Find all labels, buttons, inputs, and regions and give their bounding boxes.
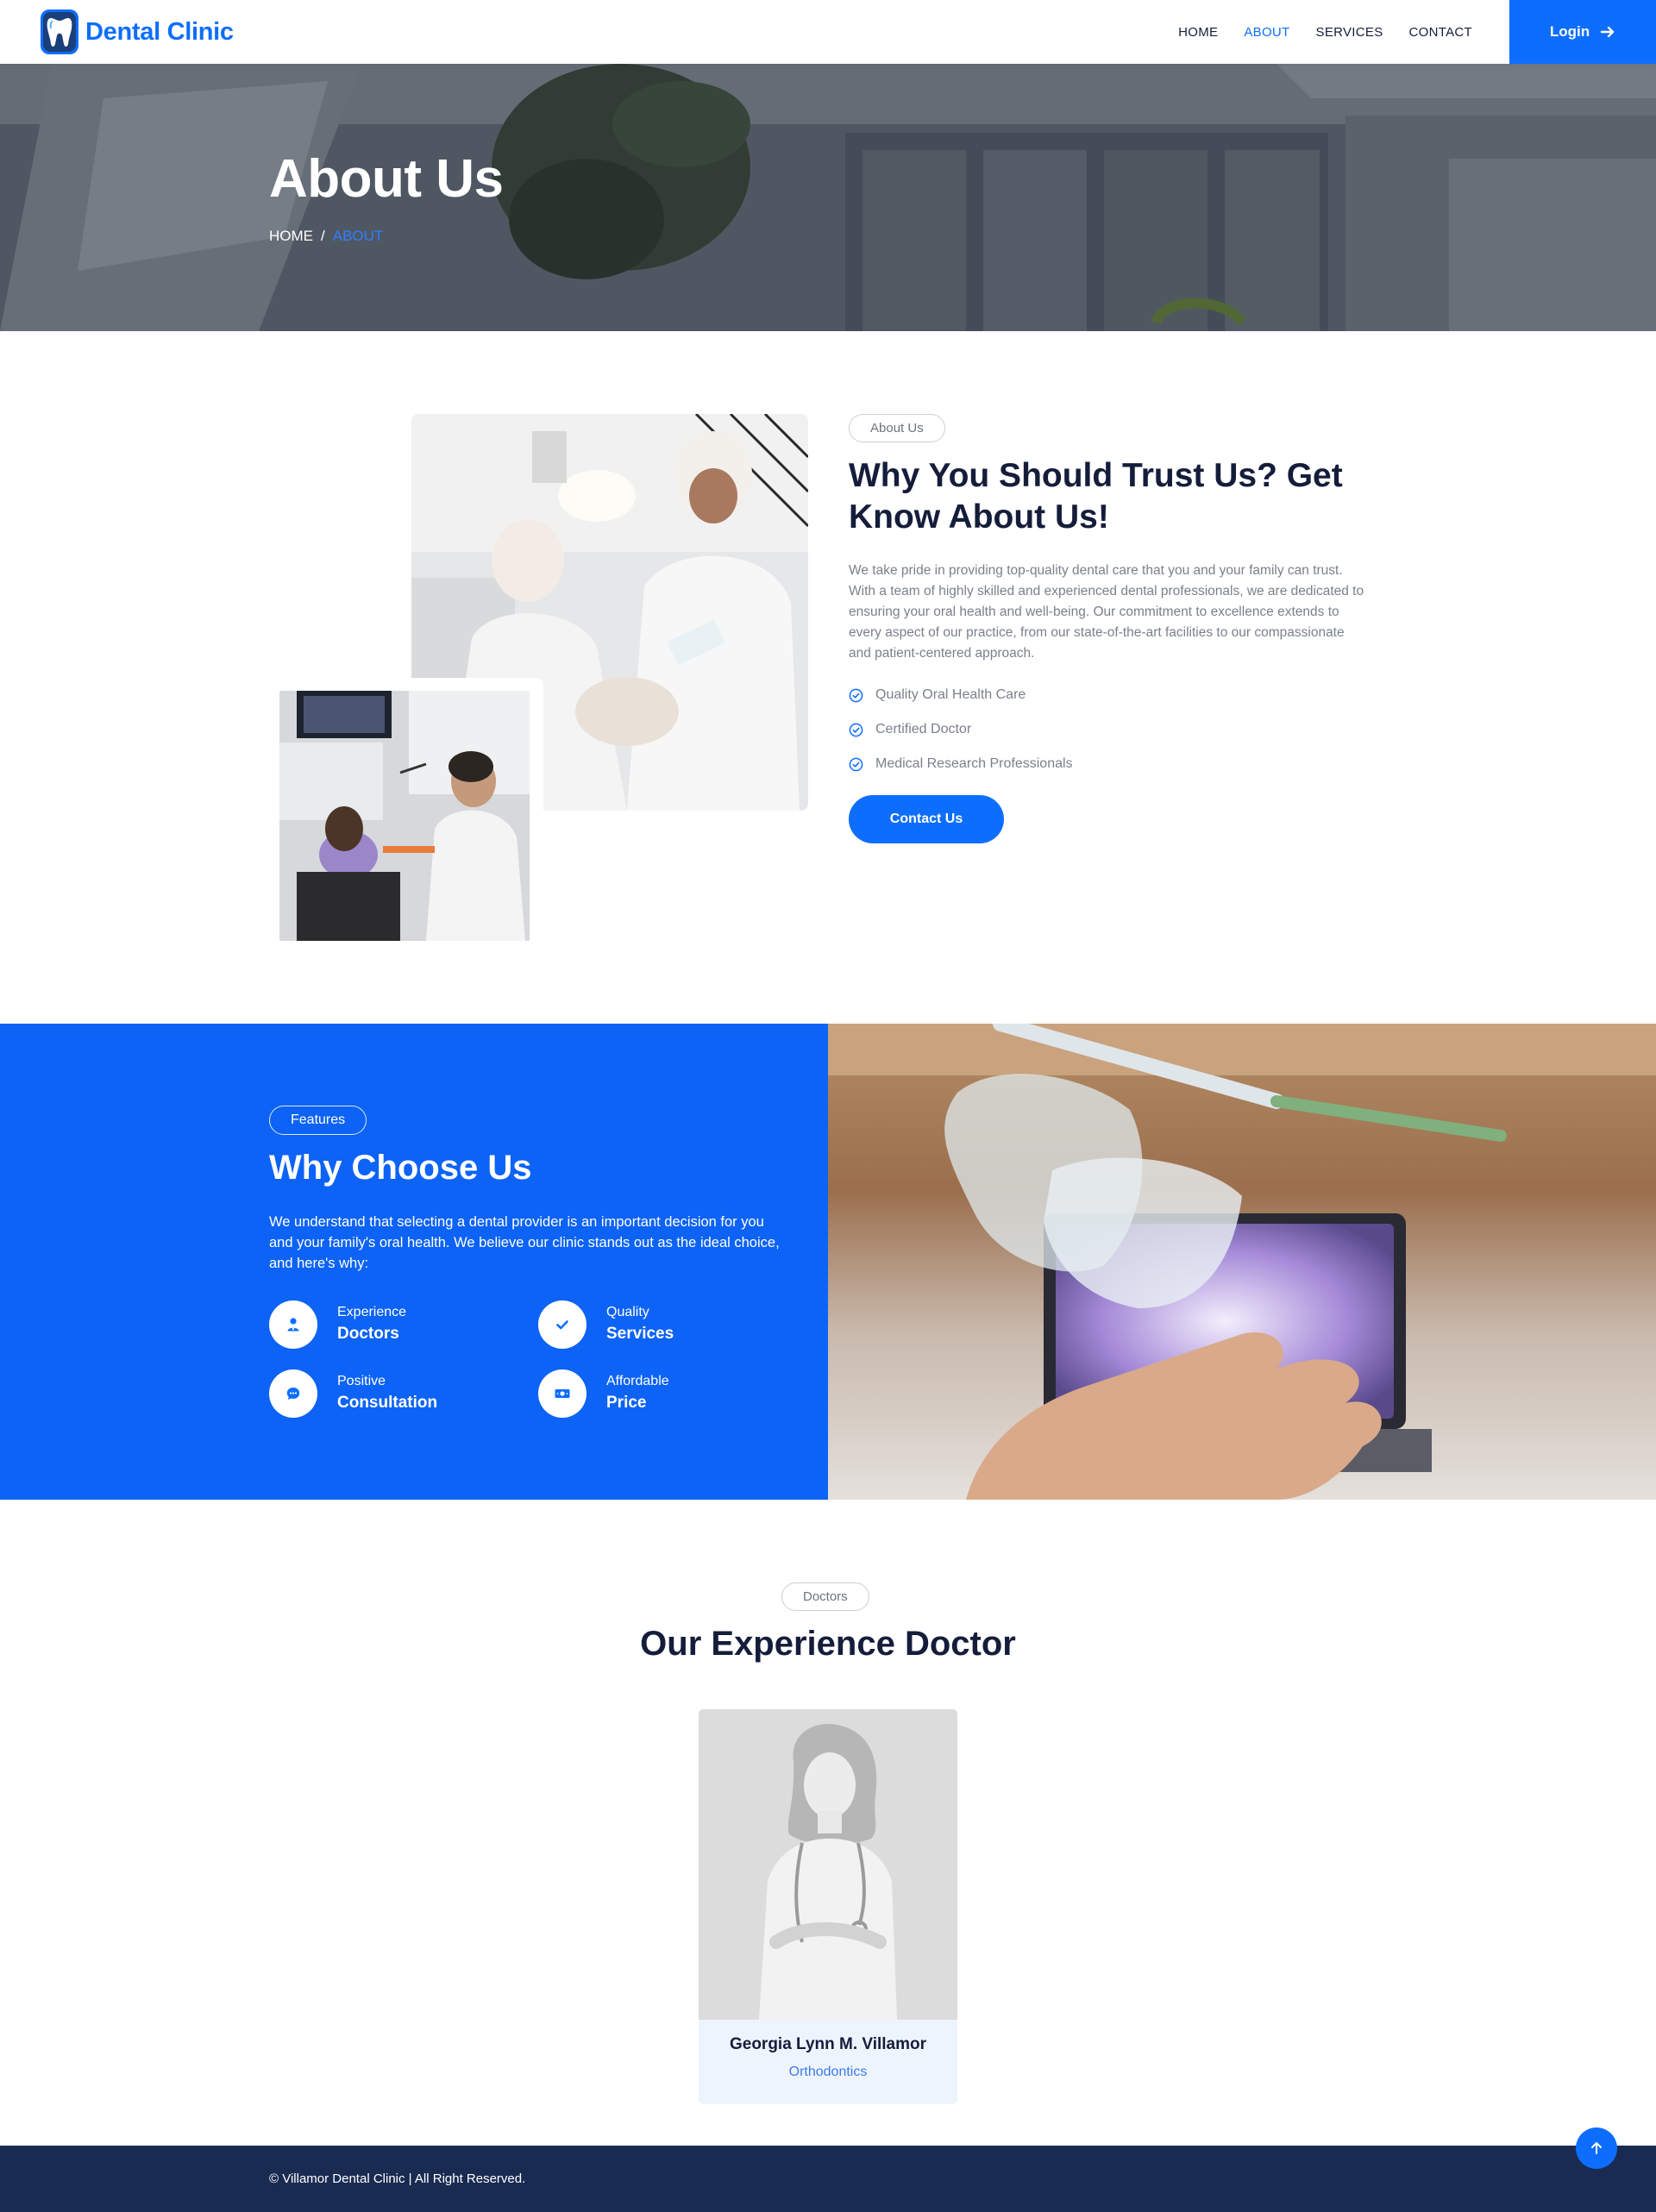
feature-label-small: Positive	[337, 1374, 386, 1388]
checklist-item: Quality Oral Health Care	[849, 678, 1073, 712]
feature-icon-wrap	[538, 1300, 586, 1349]
feature-label-small: Experience	[337, 1305, 407, 1319]
contact-us-button[interactable]: Contact Us	[849, 795, 1004, 843]
doctor-icon	[287, 1318, 299, 1332]
features-badge: Features	[269, 1106, 367, 1135]
checklist-label: Quality Oral Health Care	[875, 687, 1026, 702]
main-nav: HOME ABOUT SERVICES CONTACT	[1165, 0, 1485, 64]
back-to-top-button[interactable]	[1576, 2127, 1617, 2169]
feature-label-big: Price	[606, 1394, 647, 1412]
feature-icon-wrap	[538, 1369, 586, 1418]
about-description: We take pride in providing top-quality d…	[849, 563, 1364, 661]
page-title: About Us	[269, 149, 504, 209]
feature-item: Positive Consultation	[269, 1369, 437, 1418]
doctors-badge: Doctors	[781, 1582, 869, 1611]
feature-label-big: Doctors	[337, 1325, 399, 1343]
nav-about[interactable]: ABOUT	[1231, 25, 1302, 40]
check-circle-icon	[849, 723, 863, 736]
brand-link[interactable]: Dental Clinic	[41, 9, 234, 54]
feature-label-big: Consultation	[337, 1394, 438, 1412]
hero-overlay	[0, 64, 1656, 331]
feature-label-small: Quality	[606, 1305, 649, 1319]
feature-item: Affordable Price	[538, 1369, 669, 1418]
about-badge: About Us	[849, 414, 945, 442]
footer-copyright: © Villamor Dental Clinic | All Right Res…	[269, 2171, 526, 2186]
about-heading: Why You Should Trust Us? Get Know About …	[849, 457, 1343, 536]
features-heading: Why Choose Us	[269, 1149, 532, 1187]
nav-services[interactable]: SERVICES	[1303, 25, 1396, 40]
arrow-up-icon	[1591, 2142, 1602, 2154]
about-checklist: Quality Oral Health Care Certified Docto…	[849, 678, 1073, 781]
checklist-label: Medical Research Professionals	[875, 756, 1073, 771]
feature-item: Experience Doctors	[269, 1300, 406, 1349]
breadcrumb-home[interactable]: HOME	[269, 228, 313, 245]
check-circle-icon	[849, 688, 863, 702]
checklist-label: Certified Doctor	[875, 722, 972, 736]
check-circle-icon	[849, 757, 863, 771]
arrow-right-icon	[1600, 26, 1615, 38]
feature-label-small: Affordable	[606, 1374, 669, 1388]
nav-home[interactable]: HOME	[1165, 25, 1231, 40]
breadcrumb: HOME / ABOUT	[269, 228, 383, 245]
doctor-placeholder-image	[699, 1709, 957, 2020]
features-description: We understand that selecting a dental pr…	[269, 1214, 780, 1271]
checklist-item: Certified Doctor	[849, 712, 1073, 747]
brand-name: Dental Clinic	[85, 17, 234, 46]
tooth-logo-icon	[41, 9, 78, 54]
check-icon	[556, 1320, 568, 1330]
breadcrumb-separator: /	[321, 228, 325, 244]
doctor-specialty: Orthodontics	[788, 2065, 868, 2079]
features-section: Features Why Choose Us We understand tha…	[0, 1024, 828, 1500]
login-button[interactable]: Login	[1509, 0, 1656, 64]
chat-icon	[286, 1388, 300, 1400]
feature-item: Quality Services	[538, 1300, 674, 1349]
money-icon	[555, 1389, 570, 1398]
page-hero: About Us HOME / ABOUT	[0, 64, 1656, 331]
dentist-with-patient-image	[273, 678, 543, 943]
feature-label-big: Services	[606, 1325, 674, 1343]
breadcrumb-current: ABOUT	[332, 228, 384, 244]
doctor-card[interactable]: Georgia Lynn M. Villamor Orthodontics	[699, 1709, 957, 2104]
footer: © Villamor Dental Clinic | All Right Res…	[0, 2146, 1656, 2212]
doctor-name: Georgia Lynn M. Villamor	[729, 2035, 927, 2053]
navbar: Dental Clinic HOME ABOUT SERVICES CONTAC…	[0, 0, 1656, 64]
clear-aligners-image	[828, 1024, 1656, 1500]
checklist-item: Medical Research Professionals	[849, 747, 1073, 781]
login-label: Login	[1549, 23, 1590, 40]
nav-contact[interactable]: CONTACT	[1396, 25, 1485, 40]
feature-icon-wrap	[269, 1369, 317, 1418]
doctors-heading: Our Experience Doctor	[640, 1625, 1016, 1663]
feature-icon-wrap	[269, 1300, 317, 1349]
